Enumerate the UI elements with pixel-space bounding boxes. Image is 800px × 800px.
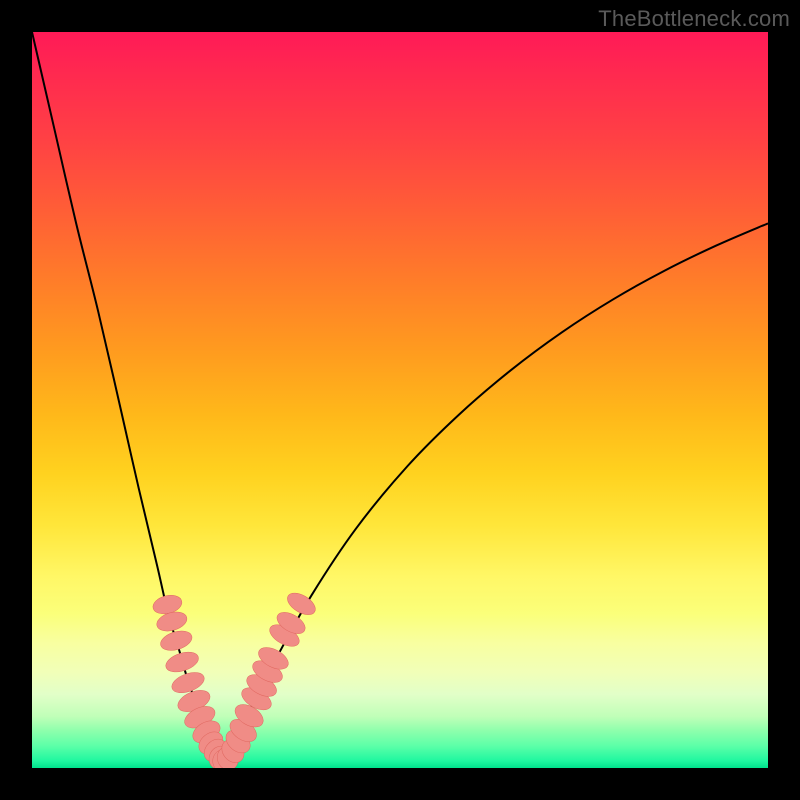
highlight-marker: [163, 648, 201, 675]
watermark-text: TheBottleneck.com: [598, 6, 790, 32]
chart-svg: [32, 32, 768, 768]
highlight-markers: [151, 589, 319, 768]
curve-right-branch: [223, 223, 768, 768]
highlight-marker: [158, 627, 194, 653]
chart-frame: TheBottleneck.com: [0, 0, 800, 800]
plot-area: [32, 32, 768, 768]
